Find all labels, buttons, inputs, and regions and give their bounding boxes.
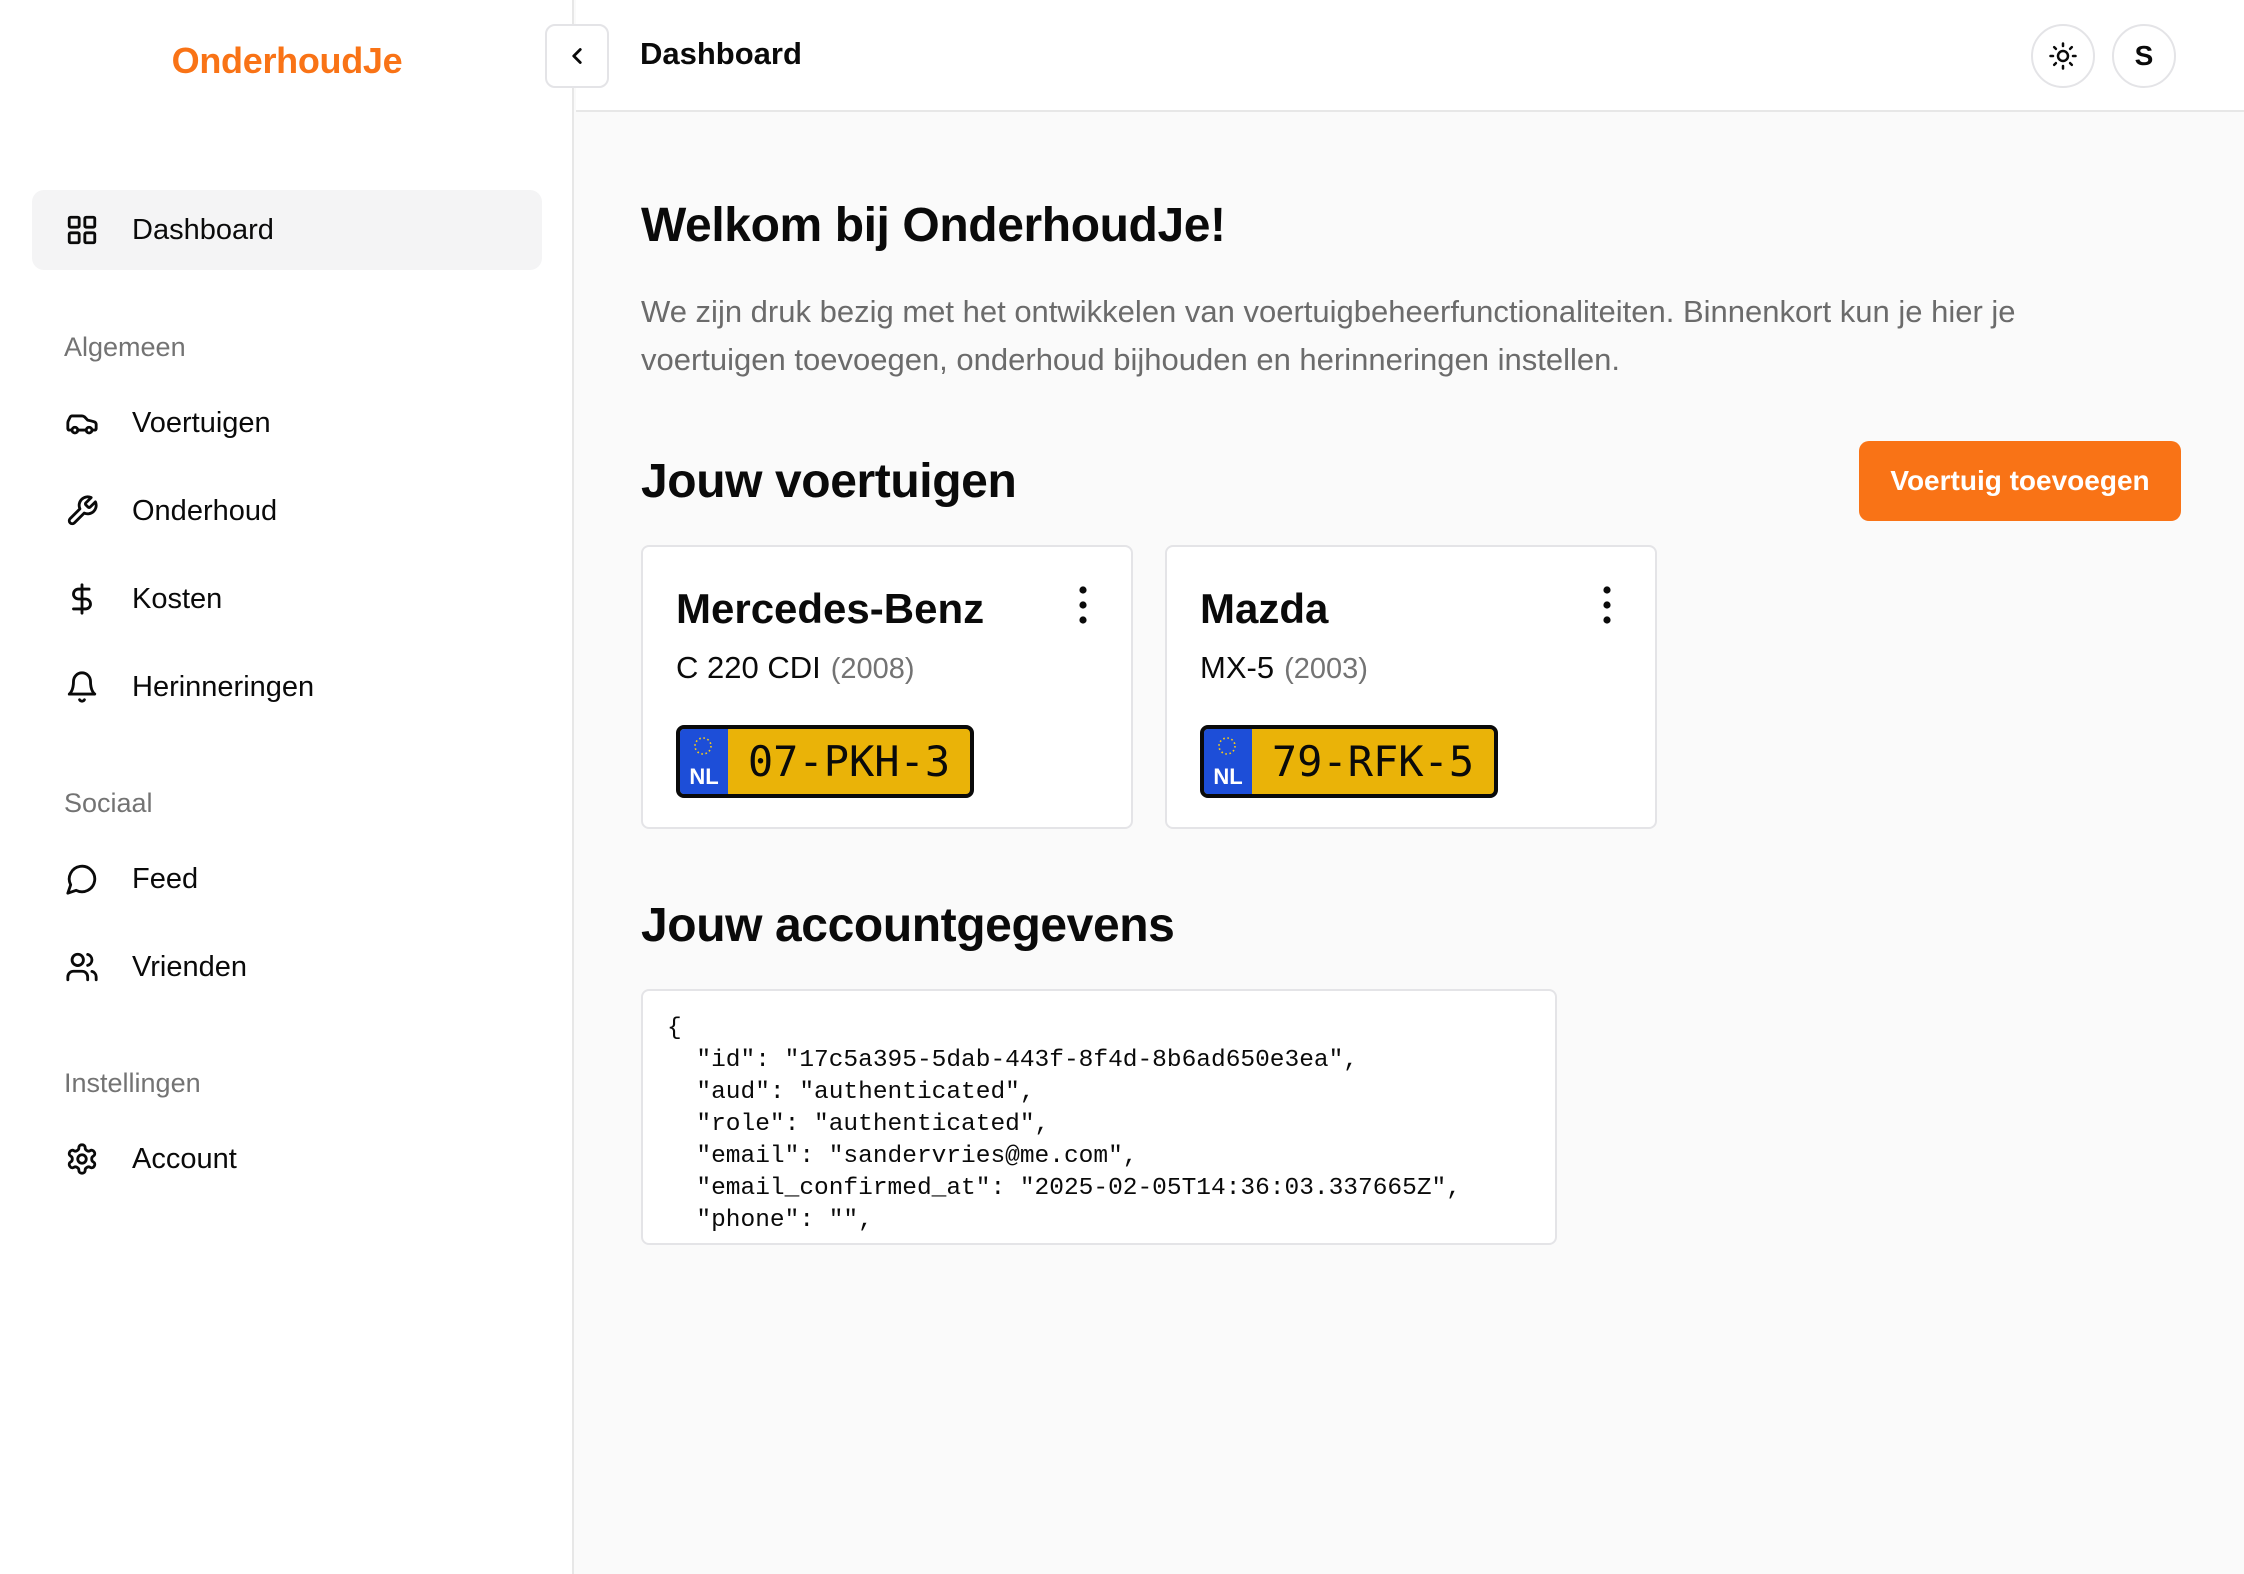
account-json-box[interactable]: { "id": "17c5a395-5dab-443f-8f4d-8b6ad65… — [641, 989, 1557, 1245]
eu-stars-icon — [694, 737, 712, 755]
sidebar-item-label: Onderhoud — [132, 494, 278, 527]
eu-band: NL — [1204, 729, 1252, 794]
brand-logo[interactable]: OnderhoudJe — [0, 40, 574, 82]
license-plate: NL 07-PKH-3 — [676, 725, 974, 798]
vehicle-make: Mazda — [1200, 585, 1329, 632]
sidebar-item-label: Dashboard — [132, 213, 274, 246]
vehicle-model-line: MX-5 (2003) — [1200, 650, 1368, 686]
users-icon — [64, 949, 100, 985]
more-vertical-icon — [1079, 586, 1087, 624]
chat-bubble-icon — [64, 861, 100, 897]
sidebar-item-label: Feed — [132, 862, 199, 895]
account-heading: Jouw accountgegevens — [641, 899, 1175, 952]
plate-number: 07-PKH-3 — [747, 737, 951, 786]
sidebar-item-label: Voertuigen — [132, 406, 271, 439]
vehicle-card[interactable]: Mercedes-Benz C 220 CDI (2008) NL 07-PKH-… — [641, 545, 1133, 829]
vehicle-card[interactable]: Mazda MX-5 (2003) NL 79-RFK-5 — [1165, 545, 1657, 829]
top-header: Dashboard S — [576, 0, 2244, 112]
vehicle-model: C 220 CDI — [676, 650, 821, 685]
json-line: "email_confirmed_at": "2025-02-05T14:36:… — [667, 1175, 1461, 1202]
vehicle-model: MX-5 — [1200, 650, 1275, 685]
plate-country: NL — [1213, 764, 1243, 789]
gear-icon — [64, 1141, 100, 1177]
json-line: "aud": "authenticated", — [667, 1079, 1035, 1106]
theme-toggle-button[interactable] — [2031, 24, 2095, 88]
json-line: "role": "authenticated", — [667, 1111, 1050, 1138]
plate-country: NL — [689, 764, 719, 789]
collapse-sidebar-button[interactable] — [545, 24, 609, 88]
bell-icon — [64, 669, 100, 705]
sidebar-item-label: Herinneringen — [132, 670, 315, 703]
dollar-icon — [64, 581, 100, 617]
license-plate: NL 79-RFK-5 — [1200, 725, 1498, 798]
sidebar: OnderhoudJe Dashboard Algemeen Voertuige… — [0, 0, 574, 1574]
plate-number: 79-RFK-5 — [1271, 737, 1475, 786]
json-line: { — [667, 1015, 682, 1042]
sidebar-item-dashboard[interactable]: Dashboard — [32, 190, 542, 270]
car-icon — [64, 405, 100, 441]
layout-grid-icon — [64, 212, 100, 248]
vehicle-menu-button[interactable] — [1601, 585, 1613, 625]
avatar[interactable]: S — [2112, 24, 2176, 88]
sidebar-item-vrienden[interactable]: Vrienden — [32, 927, 542, 1007]
vehicle-model-line: C 220 CDI (2008) — [676, 650, 915, 686]
wrench-icon — [64, 493, 100, 529]
sidebar-item-voertuigen[interactable]: Voertuigen — [32, 383, 542, 463]
sidebar-item-label: Account — [132, 1142, 237, 1175]
vehicle-year: (2003) — [1284, 653, 1368, 685]
eu-stars-icon — [1218, 737, 1236, 755]
welcome-text: We zijn druk bezig met het ontwikkelen v… — [641, 294, 2016, 377]
sidebar-item-label: Vrienden — [132, 950, 248, 983]
sidebar-item-feed[interactable]: Feed — [32, 839, 542, 919]
eu-band: NL — [680, 729, 728, 794]
page-title: Dashboard — [640, 36, 802, 71]
section-label-sociaal: Sociaal — [64, 788, 153, 818]
more-vertical-icon — [1603, 586, 1611, 624]
section-label-instellingen: Instellingen — [64, 1068, 201, 1098]
add-vehicle-button[interactable]: Voertuig toevoegen — [1859, 441, 2181, 521]
section-label-algemeen: Algemeen — [64, 332, 186, 362]
json-line: "phone": "", — [667, 1207, 873, 1234]
vehicle-make: Mercedes-Benz — [676, 585, 985, 632]
sidebar-item-label: Kosten — [132, 582, 223, 615]
sidebar-item-account[interactable]: Account — [32, 1119, 542, 1199]
app-root: OnderhoudJe Dashboard Algemeen Voertuige… — [0, 0, 2244, 1574]
sidebar-item-kosten[interactable]: Kosten — [32, 559, 542, 639]
vehicles-heading: Jouw voertuigen — [641, 455, 1017, 508]
sidebar-item-onderhoud[interactable]: Onderhoud — [32, 471, 542, 551]
sidebar-item-herinneringen[interactable]: Herinneringen — [32, 647, 542, 727]
json-line: "id": "17c5a395-5dab-443f-8f4d-8b6ad650e… — [667, 1047, 1359, 1074]
chevron-left-icon — [572, 48, 582, 64]
sun-icon — [2049, 42, 2077, 70]
json-line: "email": "sandervries@me.com", — [667, 1143, 1138, 1170]
welcome-heading: Welkom bij OnderhoudJe! — [641, 199, 1226, 252]
vehicle-menu-button[interactable] — [1077, 585, 1089, 625]
vehicle-year: (2008) — [830, 653, 915, 685]
